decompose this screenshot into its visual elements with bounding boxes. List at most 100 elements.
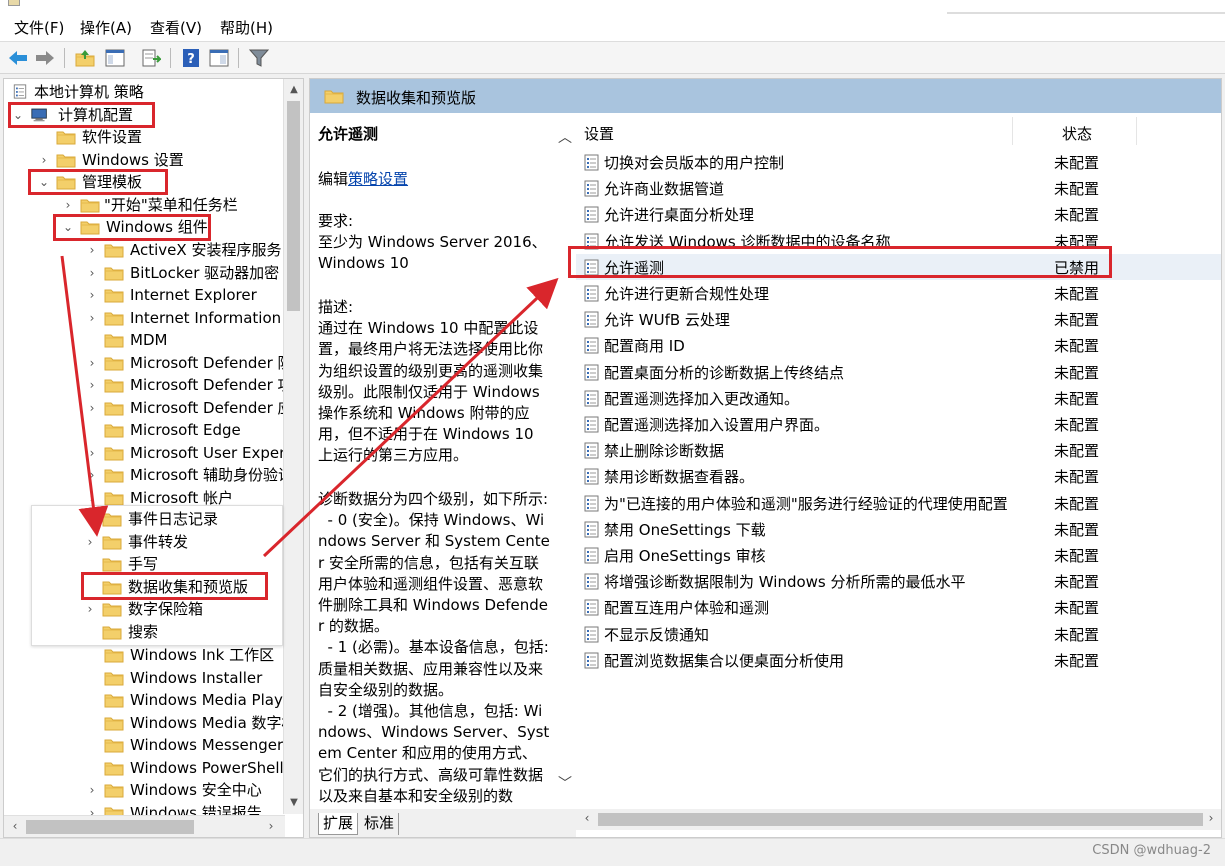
chevron-right-icon[interactable]: ›	[86, 442, 98, 464]
requirements-text: 要求: 至少为 Windows Server 2016、Windows 10	[318, 212, 547, 273]
policy-settings-link[interactable]: 策略设置	[348, 170, 408, 188]
back-arrow-icon[interactable]	[7, 47, 29, 69]
tree-item-label: Microsoft 辅助身份验证	[130, 466, 294, 484]
list-item[interactable]: 禁用 OneSettings 下载 未配置	[576, 516, 1221, 542]
list-item[interactable]: 配置遥测选择加入更改通知。 未配置	[576, 385, 1221, 411]
chevron-down-icon[interactable]: ⌄	[12, 104, 24, 126]
chevron-right-icon[interactable]: ›	[86, 779, 98, 801]
chevron-right-icon[interactable]: ›	[86, 307, 98, 329]
column-setting[interactable]: 设置	[584, 123, 614, 144]
chevron-right-icon[interactable]: ›	[62, 194, 74, 216]
setting-name: 将增强诊断数据限制为 Windows 分析所需的最低水平	[604, 573, 966, 592]
menu-action[interactable]: 操作(A)	[80, 17, 132, 38]
scroll-left-arrow-icon[interactable]: ‹	[580, 811, 594, 827]
chevron-down-icon[interactable]: ﹀	[557, 773, 573, 792]
up-folder-icon[interactable]	[74, 47, 96, 69]
list-item[interactable]: 配置遥测选择加入设置用户界面。 未配置	[576, 411, 1221, 437]
setting-state: 未配置	[1054, 520, 1100, 539]
chevron-right-icon[interactable]: ›	[86, 397, 98, 419]
list-item[interactable]: 不显示反馈通知 未配置	[576, 621, 1221, 647]
menu-file[interactable]: 文件(F)	[14, 17, 64, 38]
menu-help[interactable]: 帮助(H)	[220, 17, 273, 38]
status-bar: CSDN @wdhuag-2	[0, 838, 1225, 866]
tree-item-label: 数字保险箱	[128, 600, 204, 618]
list-item[interactable]: 允许进行桌面分析处理 未配置	[576, 201, 1221, 227]
setting-name: 切换对会员版本的用户控制	[604, 154, 785, 172]
properties-icon[interactable]	[208, 47, 230, 69]
tree-item-label: 搜索	[128, 622, 159, 641]
tree-item-label: 事件转发	[128, 532, 189, 551]
list-item[interactable]: 允许遥测 已禁用	[576, 253, 1221, 280]
list-item[interactable]: 允许发送 Windows 诊断数据中的设备名称 未配置	[576, 228, 1221, 254]
tree-item-label: MDM	[130, 331, 168, 349]
show-hide-tree-icon[interactable]	[104, 47, 126, 69]
help-icon[interactable]: ?	[180, 47, 202, 69]
setting-name: 禁止删除诊断数据	[604, 442, 725, 461]
folder-icon	[56, 130, 76, 145]
list-item[interactable]: 禁用诊断数据查看器。 未配置	[576, 463, 1221, 489]
scroll-thumb[interactable]	[598, 813, 1203, 826]
description-scrollbar[interactable]: ︿ ﹀	[554, 117, 574, 797]
chevron-right-icon[interactable]: ›	[86, 262, 98, 284]
list-item[interactable]: 允许 WUfB 云处理 未配置	[576, 306, 1221, 332]
title-strip	[0, 0, 1225, 12]
setting-name: 配置浏览数据集合以便桌面分析使用	[604, 651, 845, 670]
forward-arrow-icon[interactable]	[34, 47, 56, 69]
setting-state: 未配置	[1054, 625, 1100, 644]
setting-name: 允许商业数据管道	[604, 180, 725, 199]
column-state[interactable]: 状态	[1062, 123, 1092, 144]
folder-icon	[104, 693, 124, 708]
list-item[interactable]: 切换对会员版本的用户控制 未配置	[576, 149, 1221, 175]
policy-setting-icon	[584, 468, 599, 485]
scroll-thumb[interactable]	[287, 101, 300, 311]
list-horizontal-scrollbar[interactable]: ‹ ›	[576, 809, 1221, 830]
chevron-right-icon[interactable]: ›	[86, 464, 98, 486]
console-tree[interactable]: 本地计算机 策略 ⌄ 计算机配置 软件设置 › Windows 设置 ⌄ 管理模…	[3, 78, 304, 838]
computer-icon	[31, 108, 47, 122]
tree-vertical-scrollbar[interactable]: ▲ ▼	[283, 79, 303, 814]
list-item[interactable]: 禁止删除诊断数据 未配置	[576, 437, 1221, 463]
scroll-right-arrow-icon[interactable]: ›	[264, 819, 278, 835]
menu-view[interactable]: 查看(V)	[150, 17, 202, 38]
scroll-up-arrow-icon[interactable]: ▲	[287, 82, 301, 98]
setting-state: 未配置	[1054, 416, 1100, 434]
scroll-left-arrow-icon[interactable]: ‹	[8, 819, 22, 835]
scroll-thumb[interactable]	[26, 820, 194, 834]
chevron-down-icon[interactable]: ⌄	[38, 171, 50, 193]
chevron-right-icon[interactable]: ›	[38, 149, 50, 171]
scroll-right-arrow-icon[interactable]: ›	[1204, 811, 1218, 827]
setting-name: 允许进行桌面分析处理	[604, 206, 755, 225]
chevron-right-icon[interactable]: ›	[84, 598, 96, 620]
list-item[interactable]: 为"已连接的用户体验和遥测"服务进行经验证的代理使用配置 未配置	[576, 490, 1221, 516]
list-item[interactable]: 允许进行更新合规性处理 未配置	[576, 280, 1221, 306]
policy-setting-icon	[584, 573, 599, 590]
chevron-right-icon[interactable]: ›	[84, 531, 96, 553]
export-list-icon[interactable]	[140, 47, 162, 69]
folder-icon	[104, 648, 124, 663]
list-item[interactable]: 启用 OneSettings 审核 未配置	[576, 542, 1221, 568]
chevron-right-icon[interactable]: ›	[86, 352, 98, 374]
list-item[interactable]: 配置浏览数据集合以便桌面分析使用 未配置	[576, 647, 1221, 673]
chevron-right-icon[interactable]: ›	[86, 239, 98, 261]
tree-horizontal-scrollbar[interactable]: ‹ ›	[4, 815, 285, 837]
chevron-up-icon[interactable]: ︿	[557, 127, 573, 146]
tree-item-label: Windows Media 数字权	[130, 713, 297, 732]
chevron-right-icon[interactable]: ›	[86, 374, 98, 396]
list-item[interactable]: 配置互连用户体验和遥测 未配置	[576, 594, 1221, 620]
tree-item-label: ActiveX 安装程序服务	[130, 241, 282, 259]
list-item[interactable]: 将增强诊断数据限制为 Windows 分析所需的最低水平 未配置	[576, 568, 1221, 594]
chevron-right-icon[interactable]: ›	[84, 508, 96, 530]
list-item[interactable]: 允许商业数据管道 未配置	[576, 175, 1221, 201]
folder-icon	[104, 423, 124, 438]
chevron-right-icon[interactable]: ›	[86, 284, 98, 306]
setting-state: 未配置	[1054, 311, 1100, 330]
tab-standard[interactable]: 标准	[360, 813, 400, 835]
tab-extended[interactable]: 扩展	[318, 813, 359, 835]
list-item[interactable]: 配置桌面分析的诊断数据上传终结点 未配置	[576, 359, 1221, 385]
filter-icon[interactable]	[248, 47, 270, 69]
scroll-down-arrow-icon[interactable]: ▼	[287, 795, 301, 811]
setting-state: 未配置	[1054, 494, 1100, 513]
list-item[interactable]: 配置商用 ID 未配置	[576, 332, 1221, 358]
setting-state: 已禁用	[1054, 258, 1100, 277]
chevron-down-icon[interactable]: ⌄	[62, 216, 74, 238]
